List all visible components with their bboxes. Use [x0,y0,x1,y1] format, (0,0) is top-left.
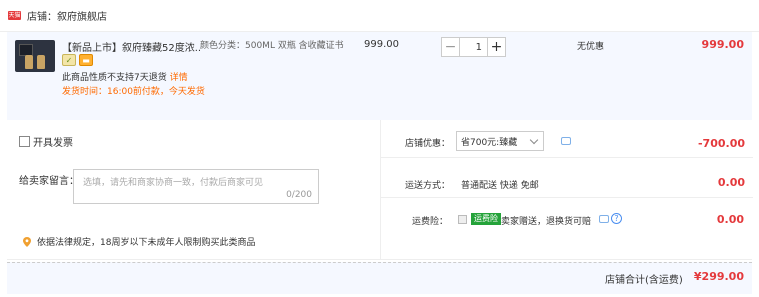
item-total: 999.00 [701,38,744,51]
message-char-count: 0/200 [286,190,312,200]
quantity-input[interactable]: 1 [460,37,487,57]
order-options-right: 店铺优惠： 省700元:臻藏 -700.00 运送方式： 普通配送 快递 免邮 … [380,120,753,260]
invoice-checkbox[interactable] [19,136,30,147]
shipping-time: 发货时间：16:00前付款，今天发货 [62,87,205,97]
law-notice: 依据法律规定，18周岁以下未成年人限制购买此类商品 [23,235,255,248]
product-spec: 颜色分类：500ML 双瓶 含收藏证书 [200,41,344,51]
item-discount: 无优惠 [577,42,605,52]
shop-coupon-label: 店铺优惠： [405,139,451,149]
quantity-increase-button[interactable]: + [487,37,506,57]
shop-header: 天猫 店铺：叙府旗舰店 [0,0,759,32]
insurance-text: 卖家赠送，退换货可赔 [501,217,592,227]
shop-coupon-select[interactable]: 省700元:臻藏 [456,131,544,151]
bottle-shape [37,55,45,69]
return-notice: 此商品性质不支持7天退货 详情 [62,70,188,83]
insurance-chat-icon[interactable] [599,215,609,223]
shipping-amount: 0.00 [717,176,745,189]
product-title[interactable]: 【新品上市】叙府臻藏52度浓... [62,39,200,54]
invoice-option[interactable]: 开具发票 [19,134,73,149]
shipping-row: 运送方式： 普通配送 快递 免邮 0.00 [381,160,753,198]
guarantee-badge-icon: ✓ [62,54,76,66]
return-notice-text: 此商品性质不支持7天退货 [62,73,167,83]
return-details-link[interactable]: 详情 [170,73,188,83]
message-label: 给卖家留言： [19,176,79,187]
quantity-decrease-button[interactable]: − [441,37,460,57]
chevron-down-icon [529,135,539,145]
invoice-label: 开具发票 [33,138,73,149]
help-icon[interactable]: ? [611,213,622,224]
coupon-chat-icon[interactable] [561,137,571,145]
shipping-label: 运送方式： [405,181,451,191]
shop-coupon-value: 省700元:臻藏 [461,137,518,148]
law-notice-text: 依据法律规定，18周岁以下未成年人限制购买此类商品 [37,238,256,248]
cart-item-row: 【新品上市】叙府臻藏52度浓... ✓ ▬ 此商品性质不支持7天退货 详情 发货… [7,32,752,120]
insurance-amount: 0.00 [716,213,744,226]
shop-coupon-row: 店铺优惠： 省700元:臻藏 -700.00 [381,120,753,158]
location-pin-icon [23,236,31,247]
shop-total-amount: ¥299.00 [693,270,744,283]
shop-name[interactable]: 店铺：叙府旗舰店 [27,8,107,23]
service-badges: ✓ ▬ [62,54,93,66]
message-placeholder: 选填，请先和商家协商一致，付款后商家可见 [83,178,264,188]
order-options: 开具发票 给卖家留言： 选填，请先和商家协商一致，付款后商家可见 0/200 依… [7,120,753,260]
insurance-tag: 运费险 [471,213,501,225]
insurance-checkbox[interactable] [458,215,467,224]
card-badge-icon: ▬ [79,54,93,66]
shop-coupon-amount: -700.00 [697,137,745,150]
shipping-method: 普通配送 快递 免邮 [461,181,539,191]
bottle-shape [25,55,33,69]
seller-message-textarea[interactable]: 选填，请先和商家协商一致，付款后商家可见 0/200 [73,169,319,204]
product-image[interactable] [15,40,55,72]
shop-total-footer: 店铺合计(含运费) ¥299.00 [7,262,752,294]
insurance-label: 运费险： [412,217,449,227]
unit-price: 999.00 [364,39,399,50]
shop-total-label: 店铺合计(含运费) [605,275,683,286]
quantity-stepper: − 1 + [441,37,506,57]
tmall-shop-icon: 天猫 [8,11,21,20]
order-options-left: 开具发票 给卖家留言： 选填，请先和商家协商一致，付款后商家可见 0/200 依… [7,120,380,260]
